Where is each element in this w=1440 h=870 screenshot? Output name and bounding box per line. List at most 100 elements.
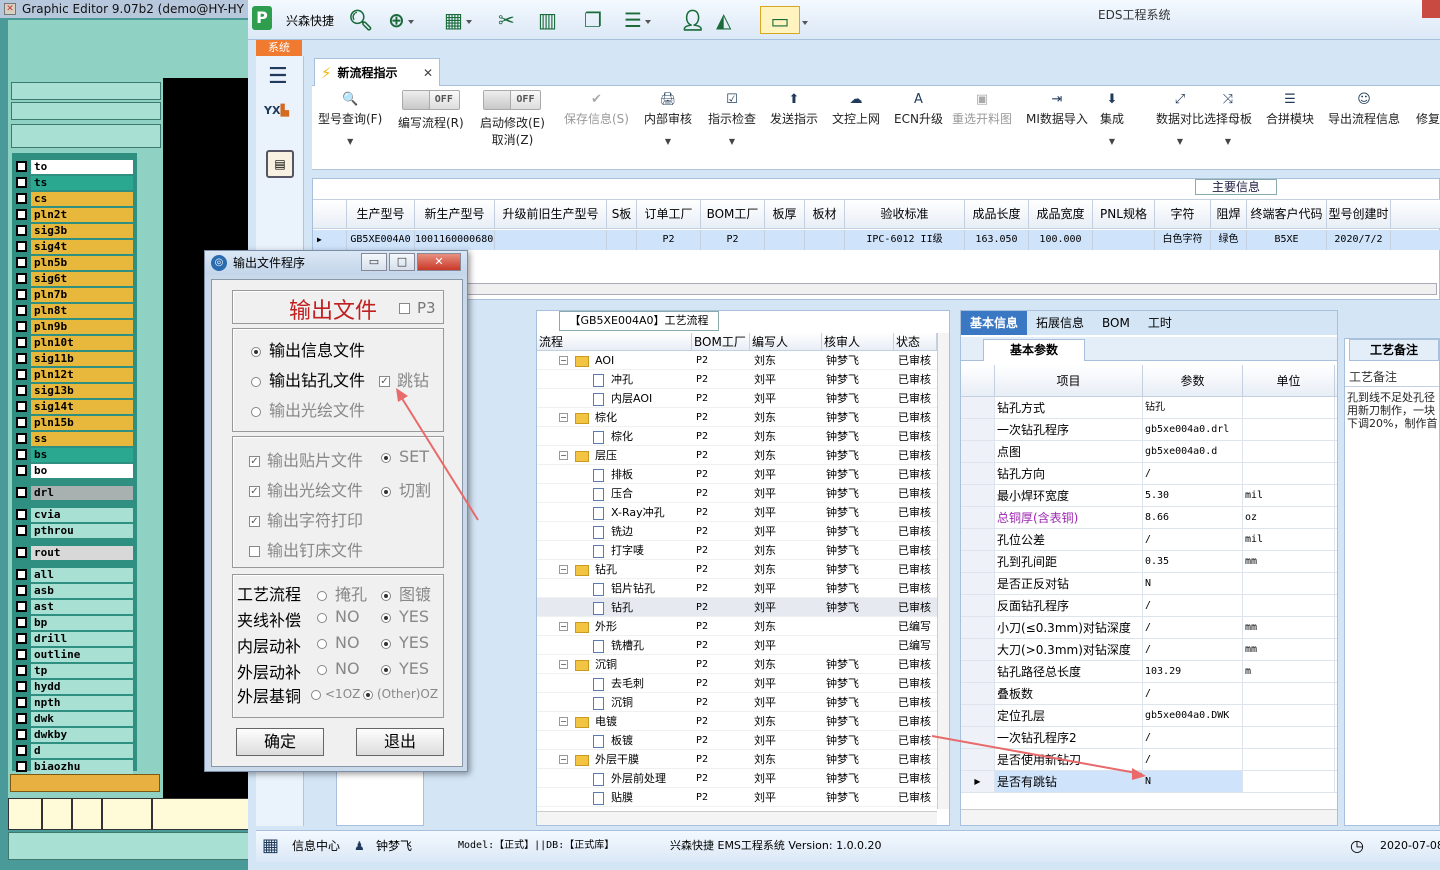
param-value[interactable]: gb5xe004a0.drl: [1143, 419, 1243, 440]
param-value[interactable]: 5.30: [1143, 485, 1243, 506]
ribbon-button-1[interactable]: OFF 编写流程(R): [398, 90, 464, 131]
layer-row[interactable]: drill: [16, 631, 133, 646]
ribbon-button-4[interactable]: 🖨 内部审核 ▼: [644, 90, 692, 146]
copy-icon[interactable]: ❐: [584, 6, 602, 34]
flow-row[interactable]: − 外形 P2 刘东 已编写: [537, 617, 937, 636]
param-row[interactable]: 一次钻孔程序 gb5xe004a0.drl: [961, 419, 1337, 441]
layer-row[interactable]: outline: [16, 647, 133, 662]
toggle-switch[interactable]: OFF: [480, 90, 545, 114]
radio-inner-comp-no[interactable]: NO: [317, 633, 360, 652]
param-value[interactable]: /: [1143, 595, 1243, 616]
process-flow-vertical-scrollbar[interactable]: [937, 333, 949, 809]
layer-row[interactable]: d: [16, 743, 133, 758]
layer-checkbox[interactable]: [16, 713, 27, 724]
param-value[interactable]: /: [1143, 727, 1243, 748]
layer-checkbox[interactable]: [16, 417, 27, 428]
checkbox-output-char-print[interactable]: ✓ 输出字符打印: [249, 507, 363, 531]
param-value[interactable]: /: [1143, 463, 1243, 484]
param-value[interactable]: N: [1143, 573, 1243, 594]
layer-checkbox[interactable]: [16, 745, 27, 756]
dropdown-arrow-icon[interactable]: ▼: [1100, 137, 1124, 146]
layer-row[interactable]: to: [16, 159, 133, 174]
close-window-button[interactable]: [1422, 0, 1440, 18]
flow-row[interactable]: 棕化 P2 刘东 钟梦飞 已审核: [537, 427, 937, 446]
layer-row[interactable]: pln2t: [16, 207, 133, 222]
param-value[interactable]: N: [1143, 771, 1243, 792]
layer-checkbox[interactable]: [16, 509, 27, 520]
layer-checkbox[interactable]: [16, 225, 27, 236]
param-value[interactable]: gb5xe004a0.d: [1143, 441, 1243, 462]
collapse-toggle-icon[interactable]: −: [559, 660, 568, 669]
param-value[interactable]: /: [1143, 639, 1243, 660]
layer-row[interactable]: ss: [16, 431, 133, 446]
close-dialog-button[interactable]: ✕: [417, 253, 461, 271]
main-col-header[interactable]: 字符: [1155, 200, 1211, 228]
ribbon-button-5[interactable]: ☑ 指示检查 ▼: [708, 90, 756, 146]
param-row[interactable]: 叠板数 /: [961, 683, 1337, 705]
exit-button[interactable]: 退出: [356, 728, 444, 756]
ribbon-button-0[interactable]: 🔍 型号查询(F) ▼: [318, 90, 382, 146]
ribbon-button-16[interactable]: 修复: [1416, 90, 1440, 127]
layer-panel-field[interactable]: [11, 82, 161, 100]
flow-row[interactable]: − 电镀 P2 刘东 钟梦飞 已审核: [537, 712, 937, 731]
param-row[interactable]: 孔位公差 / mil: [961, 529, 1337, 551]
radio-line-comp-no[interactable]: NO: [317, 607, 360, 626]
layer-checkbox[interactable]: [16, 209, 27, 220]
main-col-header[interactable]: 板厚: [765, 200, 805, 228]
dropdown-arrow-icon[interactable]: ▼: [318, 137, 382, 146]
main-col-header[interactable]: PNL规格: [1093, 200, 1155, 228]
tab-info-0[interactable]: 基本信息: [961, 311, 1028, 335]
layer-checkbox[interactable]: [16, 525, 27, 536]
flow-row[interactable]: 沉铜 P2 刘平 钟梦飞 已审核: [537, 693, 937, 712]
flow-row[interactable]: 排板 P2 刘平 钟梦飞 已审核: [537, 465, 937, 484]
confirm-button[interactable]: 确定: [236, 728, 324, 756]
param-row[interactable]: 钻孔路径总长度 103.29 m: [961, 661, 1337, 683]
main-col-header[interactable]: 成品长度: [965, 200, 1029, 228]
param-value[interactable]: gb5xe004a0.DWK: [1143, 705, 1243, 726]
grid-cell[interactable]: [152, 798, 250, 830]
layer-checkbox[interactable]: [16, 433, 27, 444]
layer-row[interactable]: pthrou: [16, 523, 133, 538]
grid-cell[interactable]: [8, 798, 42, 830]
radio-outer-comp-yes[interactable]: YES: [381, 659, 429, 678]
main-col-header[interactable]: 阻焊: [1211, 200, 1247, 228]
flow-row[interactable]: − 钻孔 P2 刘东 钟梦飞 已审核: [537, 560, 937, 579]
layer-checkbox[interactable]: [16, 401, 27, 412]
dialog-titlebar[interactable]: ◎ 输出文件程序 ▭ □ ✕: [205, 251, 467, 275]
flow-row[interactable]: 压合 P2 刘平 钟梦飞 已审核: [537, 484, 937, 503]
flow-row[interactable]: 打字唛 P2 刘东 钟梦飞 已审核: [537, 541, 937, 560]
film-icon[interactable]: ▥: [538, 6, 557, 34]
flow-row[interactable]: 去毛刺 P2 刘平 钟梦飞 已审核: [537, 674, 937, 693]
graphic-editor-drawing-area[interactable]: [8, 20, 248, 78]
flow-row[interactable]: 外层前处理 P2 刘平 钟梦飞 已审核: [537, 769, 937, 788]
dropdown-arrow-icon[interactable]: ▼: [708, 137, 756, 146]
flow-row[interactable]: 铝片钻孔 P2 刘平 钟梦飞 已审核: [537, 579, 937, 598]
dropdown-arrow-icon[interactable]: ▼: [1204, 137, 1252, 146]
flow-col-header[interactable]: 状态: [894, 333, 937, 350]
layer-row[interactable]: sig11b: [16, 351, 133, 366]
layer-checkbox[interactable]: [16, 697, 27, 708]
checkbox-output-gerber-file[interactable]: ✓ 输出光绘文件: [249, 477, 363, 501]
ribbon-button-13[interactable]: ⤨ 选择母板 ▼: [1204, 90, 1252, 146]
layer-row[interactable]: ast: [16, 599, 133, 614]
yx-factory-icon[interactable]: YX▙: [264, 104, 296, 136]
layer-checkbox[interactable]: [16, 337, 27, 348]
radio-output-info-file[interactable]: 输出信息文件: [251, 337, 365, 361]
layer-row[interactable]: sig6t: [16, 271, 133, 286]
grid-cell[interactable]: [102, 798, 152, 830]
layer-checkbox[interactable]: [16, 177, 27, 188]
layer-row[interactable]: bp: [16, 615, 133, 630]
search-icon[interactable]: 🔍︎: [348, 6, 373, 34]
radio-line-comp-yes[interactable]: YES: [381, 607, 429, 626]
collapse-toggle-icon[interactable]: −: [559, 565, 568, 574]
params-col-header[interactable]: 项目: [995, 365, 1143, 396]
layer-row[interactable]: pln7b: [16, 287, 133, 302]
flow-row[interactable]: 板镀 P2 刘平 钟梦飞 已审核: [537, 731, 937, 750]
param-row[interactable]: 小刀(≤0.3mm)对钻深度 / mm: [961, 617, 1337, 639]
main-col-header[interactable]: 终端客户代码: [1247, 200, 1327, 228]
graphic-editor-titlebar[interactable]: ✕ Graphic Editor 9.07b2 (demo@HY-HY: [0, 0, 250, 18]
layer-row[interactable]: sig4t: [16, 239, 133, 254]
params-horizontal-scrollbar[interactable]: [961, 809, 1337, 825]
layer-row[interactable]: tp: [16, 663, 133, 678]
skip-drill-checkbox[interactable]: ✓ 跳钻: [379, 367, 429, 391]
